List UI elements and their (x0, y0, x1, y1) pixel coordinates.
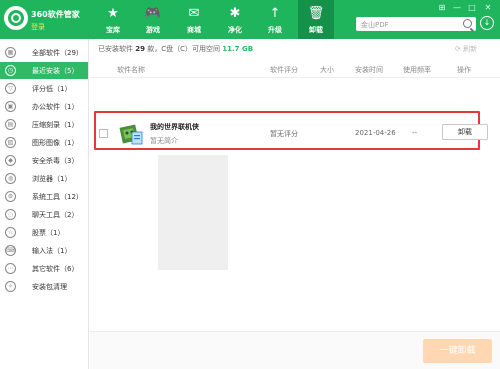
sidebar-item-all[interactable]: ▦ 全部软件（29） (0, 44, 88, 61)
mail-bag-icon: ✉ (188, 5, 200, 21)
nav-item-upgrade[interactable]: ↑ 升级 (257, 0, 293, 39)
software-rating: 暂无评分 (270, 130, 298, 138)
sidebar-item-label: 最近安装（5） (32, 67, 79, 75)
bulk-uninstall-button[interactable]: 一键卸载 (423, 339, 492, 363)
sidebar-item-label: 评分低（1） (32, 85, 72, 93)
shield-icon: ◆ (5, 155, 16, 166)
stats-count: 29 (135, 45, 145, 53)
title-bar: 360软件管家 登录 ★ 宝库 🎮 游戏 ✉ 商城 ✱ 净化 ↑ 升级 🗑 卸载… (0, 0, 500, 39)
compass-icon: ✱ (229, 5, 241, 21)
sidebar-item-label: 安全杀毒（3） (32, 157, 79, 165)
sidebar-item-compress[interactable]: ▤ 压缩刻录（1） (0, 116, 88, 133)
sidebar-item-other[interactable]: ⋯ 其它软件（6） (0, 260, 88, 277)
column-header-install-time[interactable]: 安装时间 (355, 65, 383, 75)
nav-label: 升级 (268, 26, 282, 34)
empty-placeholder (158, 155, 228, 270)
sidebar-item-label: 压缩刻录（1） (32, 121, 79, 129)
app-icon (119, 124, 143, 145)
trash-icon: 🗑 (307, 5, 325, 21)
refresh-label: 刷新 (463, 45, 478, 53)
nav-label: 游戏 (146, 26, 160, 34)
image-icon: ▧ (5, 137, 16, 148)
star-icon: ★ (107, 5, 119, 21)
nav-label: 净化 (228, 26, 242, 34)
app-logo-icon (4, 6, 28, 30)
gamepad-icon: 🎮 (144, 5, 162, 21)
sidebar-item-label: 聊天工具（2） (32, 211, 79, 219)
sidebar-item-office[interactable]: ▣ 办公软件（1） (0, 98, 88, 115)
thumbs-down-icon: ▽ (5, 83, 16, 94)
sidebar-item-label: 图形图像（1） (32, 139, 79, 147)
usage-frequency: -- (412, 129, 418, 137)
nav-item-treasury[interactable]: ★ 宝库 (95, 0, 131, 39)
column-header-size[interactable]: 大小 (320, 65, 334, 75)
header-divider (90, 77, 500, 78)
search-input[interactable]: 金山PDF (356, 17, 476, 31)
login-link[interactable]: 登录 (31, 22, 45, 32)
nav-label: 商城 (187, 26, 201, 34)
briefcase-icon: ▣ (5, 101, 16, 112)
main-panel: 已安装软件 29 款，C盘（C）可用空间 11.7 GB ⟳ 刷新 软件名称 软… (90, 39, 500, 369)
stats-free-space: 11.7 GB (222, 45, 254, 53)
sidebar-item-graphics[interactable]: ▧ 图形图像（1） (0, 134, 88, 151)
search-icon[interactable] (463, 19, 472, 28)
archive-icon: ▤ (5, 119, 16, 130)
keyboard-icon: ⌨ (5, 245, 16, 256)
maximize-button[interactable]: □ (466, 3, 478, 13)
broom-icon: ✧ (5, 281, 16, 292)
column-header-frequency[interactable]: 使用频率 (403, 65, 431, 75)
nav-item-purify[interactable]: ✱ 净化 (217, 0, 253, 39)
chat-icon: ◌ (5, 209, 16, 220)
column-header-rating[interactable]: 软件评分 (270, 65, 298, 75)
clock-icon: ◷ (5, 65, 16, 76)
nav-item-uninstall[interactable]: 🗑 卸载 (298, 0, 334, 39)
star-outline-icon: ☆ (5, 227, 16, 238)
sidebar-item-recent[interactable]: ◷ 最近安装（5） (0, 62, 88, 79)
search-placeholder: 金山PDF (361, 21, 389, 29)
sidebar-item-label: 输入法（1） (32, 247, 72, 255)
uninstall-button[interactable]: 卸载 (442, 124, 488, 140)
stats-middle: 款，C盘（C）可用空间 (147, 45, 220, 53)
column-header-name[interactable]: 软件名称 (117, 65, 145, 75)
sidebar-item-label: 其它软件（6） (32, 265, 79, 273)
sidebar: ▦ 全部软件（29） ◷ 最近安装（5） ▽ 评分低（1） ▣ 办公软件（1） … (0, 39, 89, 369)
sidebar-item-browser[interactable]: ◍ 浏览器（1） (0, 170, 88, 187)
sidebar-item-security[interactable]: ◆ 安全杀毒（3） (0, 152, 88, 169)
more-icon: ⋯ (5, 263, 16, 274)
sidebar-item-chat[interactable]: ◌ 聊天工具（2） (0, 206, 88, 223)
sidebar-item-system-tools[interactable]: ⚙ 系统工具（12） (0, 188, 88, 205)
stats-prefix: 已安装软件 (98, 45, 133, 53)
sidebar-item-label: 全部软件（29） (32, 49, 83, 57)
app-title: 360软件管家 (31, 10, 80, 19)
install-date: 2021-04-26 (355, 129, 396, 137)
sidebar-item-label: 系统工具（12） (32, 193, 83, 201)
nav-label: 卸载 (309, 26, 323, 34)
globe-icon: ◍ (5, 173, 16, 184)
software-description: 暂无简介 (150, 137, 178, 145)
sidebar-item-input-method[interactable]: ⌨ 输入法（1） (0, 242, 88, 259)
sidebar-item-label: 股票（1） (32, 229, 65, 237)
skin-button[interactable]: ⊞ (436, 3, 448, 13)
sidebar-item-package-cleanup[interactable]: ✧ 安装包清理 (0, 278, 88, 295)
row-checkbox[interactable] (99, 129, 108, 138)
nav-item-mall[interactable]: ✉ 商城 (176, 0, 212, 39)
sidebar-item-stocks[interactable]: ☆ 股票（1） (0, 224, 88, 241)
download-icon[interactable]: ↓ (480, 16, 494, 30)
tools-icon: ⚙ (5, 191, 16, 202)
minimize-button[interactable]: — (451, 3, 463, 13)
grid-icon: ▦ (5, 47, 16, 58)
nav-label: 宝库 (106, 26, 120, 34)
refresh-button[interactable]: ⟳ 刷新 (455, 44, 477, 54)
sidebar-item-low-rated[interactable]: ▽ 评分低（1） (0, 80, 88, 97)
bottom-bar: 一键卸载 (90, 331, 500, 369)
sidebar-item-label: 办公软件（1） (32, 103, 79, 111)
upload-arrow-icon: ↑ (269, 5, 281, 21)
software-name: 我的世界联机侠 (150, 123, 199, 131)
close-button[interactable]: ✕ (482, 3, 494, 13)
sidebar-item-label: 浏览器（1） (32, 175, 72, 183)
nav-item-games[interactable]: 🎮 游戏 (135, 0, 171, 39)
install-stats: 已安装软件 29 款，C盘（C）可用空间 11.7 GB (98, 44, 253, 54)
sidebar-item-label: 安装包清理 (32, 283, 67, 291)
column-header-action: 操作 (457, 66, 471, 74)
